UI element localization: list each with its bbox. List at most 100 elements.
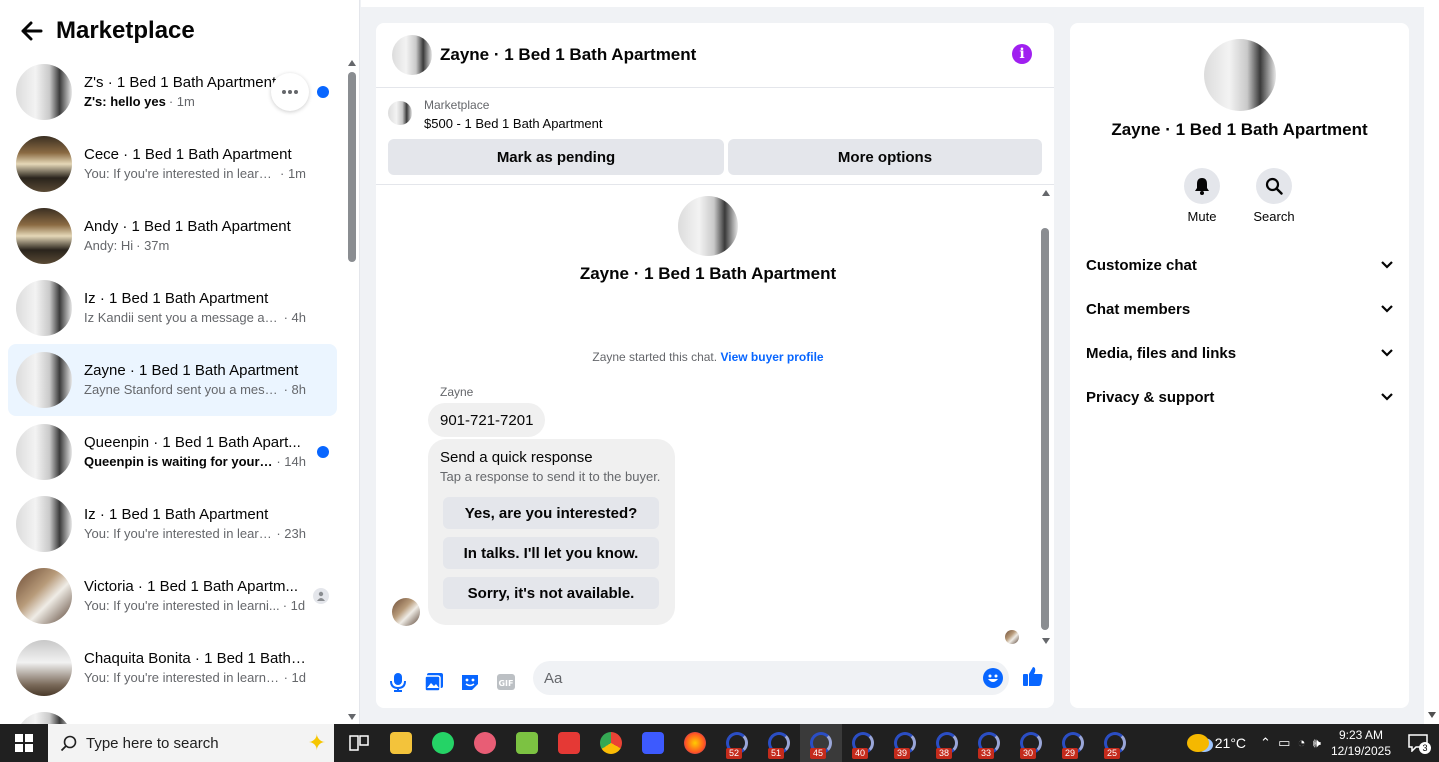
conversation-time: · 4h xyxy=(283,310,306,325)
quick-reply-talks-button[interactable]: In talks. I'll let you know. xyxy=(443,537,659,569)
paint-icon[interactable] xyxy=(464,724,506,762)
thumbs-up-icon[interactable] xyxy=(1018,661,1048,691)
mark-pending-button[interactable]: Mark as pending xyxy=(388,139,724,175)
tray-icons[interactable]: ⌃ ▭ ◔ 🕪 xyxy=(1260,735,1321,751)
file-explorer-icon[interactable] xyxy=(380,724,422,762)
browser-window-icon[interactable]: 33 xyxy=(968,724,1010,762)
page-title: Marketplace xyxy=(56,17,195,44)
browser-window-icon[interactable]: 25 xyxy=(1094,724,1136,762)
conversation-item[interactable]: Iz · 1 Bed 1 Bath Apartment Iz Kandii sen… xyxy=(8,272,337,344)
section-label: Media, files and links xyxy=(1086,344,1237,362)
emoji-icon[interactable] xyxy=(983,668,1003,688)
firefox-icon[interactable] xyxy=(674,724,716,762)
scrollbar-thumb[interactable] xyxy=(1041,228,1049,630)
listing-thumbnail xyxy=(16,496,72,552)
scroll-up-icon[interactable] xyxy=(1042,190,1050,196)
info-icon[interactable]: i xyxy=(1012,44,1032,64)
more-options-button[interactable]: More options xyxy=(728,139,1042,175)
window-count-badge: 30 xyxy=(1020,748,1037,759)
taskbar-search[interactable]: Type here to search ✦ xyxy=(48,724,334,762)
listing-price[interactable]: $500 - 1 Bed 1 Bath Apartment xyxy=(424,116,603,131)
conversation-title: Queenpin · 1 Bed 1 Bath Apart... xyxy=(84,434,301,451)
listing-category: Marketplace xyxy=(424,98,490,112)
conversation-item[interactable]: Iz · 1 Bed 1 Bath Apartment You: If you'r… xyxy=(8,488,337,560)
message-input[interactable] xyxy=(533,669,953,687)
browser-window-icon[interactable]: 39 xyxy=(884,724,926,762)
back-arrow-icon[interactable] xyxy=(14,13,50,49)
anydesk-icon[interactable] xyxy=(548,724,590,762)
photo-icon[interactable] xyxy=(416,664,452,700)
conversation-item[interactable]: Z's · 1 Bed 1 Bath Apartment Z's: hello y… xyxy=(8,56,337,128)
chat-scrollbar[interactable] xyxy=(1040,186,1052,648)
chat-avatar[interactable] xyxy=(392,35,432,75)
browser-window-icon[interactable]: 38 xyxy=(926,724,968,762)
chat-members-section[interactable]: Chat members xyxy=(1078,287,1401,331)
conversation-text: Iz · 1 Bed 1 Bath Apartment Iz Kandii sen… xyxy=(84,289,306,327)
chat-title[interactable]: Zayne · 1 Bed 1 Bath Apartment xyxy=(440,45,696,65)
sidebar-header: Marketplace xyxy=(0,0,346,62)
microphone-icon[interactable] xyxy=(380,664,416,700)
window-count-badge: 29 xyxy=(1062,748,1079,759)
message-bubble[interactable]: 901-721-7201 xyxy=(428,403,546,437)
notification-count: 3 xyxy=(1419,742,1431,754)
windows-start-icon[interactable] xyxy=(0,724,48,762)
conversation-item[interactable]: Cece · 1 Bed 1 Bath Apartment You: If you… xyxy=(8,128,337,200)
browser-window-icon[interactable]: 52 xyxy=(716,724,758,762)
vpn-shield-icon[interactable] xyxy=(632,724,674,762)
scroll-down-icon[interactable] xyxy=(1428,712,1436,718)
conversation-title: Iz · 1 Bed 1 Bath Apartment xyxy=(84,506,269,523)
clock[interactable]: 9:23 AM 12/19/2025 xyxy=(1331,727,1391,759)
window-count-badge: 40 xyxy=(852,748,869,759)
taskbar-search-placeholder: Type here to search xyxy=(86,734,219,752)
conversation-text: Zayne · 1 Bed 1 Bath Apartment Zayne Stan… xyxy=(84,361,306,399)
scroll-down-icon[interactable] xyxy=(348,714,356,720)
quick-reply-unavailable-button[interactable]: Sorry, it's not available. xyxy=(443,577,659,609)
browser-window-icon[interactable]: 45 xyxy=(800,724,842,762)
scroll-down-icon[interactable] xyxy=(1042,638,1050,644)
details-avatar[interactable] xyxy=(1204,39,1276,111)
conversation-item[interactable]: Andy · 1 Bed 1 Bath Apartment Andy: Hi · 3… xyxy=(8,200,337,272)
notification-icon[interactable]: 3 xyxy=(1405,730,1431,756)
listing-thumbnail xyxy=(16,352,72,408)
conversation-text: Victoria · 1 Bed 1 Bath Apartm... You: If… xyxy=(84,577,306,615)
chrome-icon[interactable] xyxy=(590,724,632,762)
search-button[interactable]: Search xyxy=(1244,168,1304,224)
quick-response-card: Send a quick response Tap a response to … xyxy=(428,439,675,625)
scroll-up-icon[interactable] xyxy=(348,60,356,66)
conversation-message: You: If you're interested in learni... xyxy=(84,598,280,613)
chat-started-notice: Zayne started this chat. View buyer prof… xyxy=(376,350,1040,364)
conversation-item[interactable]: Chaquita Bonita · 1 Bed 1 Bath A... You: … xyxy=(8,632,337,704)
browser-window-icon[interactable]: 29 xyxy=(1052,724,1094,762)
page-scrollbar[interactable] xyxy=(1424,0,1439,724)
browser-window-icon[interactable]: 40 xyxy=(842,724,884,762)
task-view-icon[interactable] xyxy=(338,724,380,762)
conversation-item[interactable]: Sol · 1 Bed 1 Bath Apartment xyxy=(8,704,337,724)
media-files-links-section[interactable]: Media, files and links xyxy=(1078,331,1401,375)
more-options-icon[interactable] xyxy=(271,73,309,111)
scrollbar-thumb[interactable] xyxy=(348,72,356,262)
notepad-icon[interactable] xyxy=(506,724,548,762)
sidebar-scrollbar[interactable] xyxy=(346,56,358,724)
conversation-item[interactable]: Queenpin · 1 Bed 1 Bath Apart... Queenpin… xyxy=(8,416,337,488)
listing-thumbnail[interactable] xyxy=(388,101,412,125)
intro-avatar xyxy=(678,196,738,256)
quick-reply-yes-button[interactable]: Yes, are you interested? xyxy=(443,497,659,529)
section-label: Chat members xyxy=(1086,300,1191,318)
privacy-support-section[interactable]: Privacy & support xyxy=(1078,375,1401,419)
whatsapp-icon[interactable] xyxy=(422,724,464,762)
browser-window-icon[interactable]: 51 xyxy=(758,724,800,762)
mute-button[interactable]: Mute xyxy=(1172,168,1232,224)
section-label: Privacy & support xyxy=(1086,388,1215,406)
windows-taskbar: Type here to search ✦ 52 51 45 40 39 38 33 30 29… xyxy=(0,724,1439,762)
conversation-item[interactable]: Zayne · 1 Bed 1 Bath Apartment Zayne Stan… xyxy=(8,344,337,416)
conversation-item[interactable]: Victoria · 1 Bed 1 Bath Apartm... You: If… xyxy=(8,560,337,632)
customize-chat-section[interactable]: Customize chat xyxy=(1078,243,1401,287)
sticker-icon[interactable] xyxy=(452,664,488,700)
gif-icon[interactable]: GIF xyxy=(488,664,524,700)
view-buyer-profile-link[interactable]: View buyer profile xyxy=(720,350,823,364)
sender-avatar[interactable] xyxy=(392,598,420,626)
browser-window-icon[interactable]: 30 xyxy=(1010,724,1052,762)
weather-widget[interactable]: 21°C xyxy=(1186,734,1247,752)
chevron-down-icon xyxy=(1381,349,1393,357)
temperature: 21°C xyxy=(1214,735,1247,751)
